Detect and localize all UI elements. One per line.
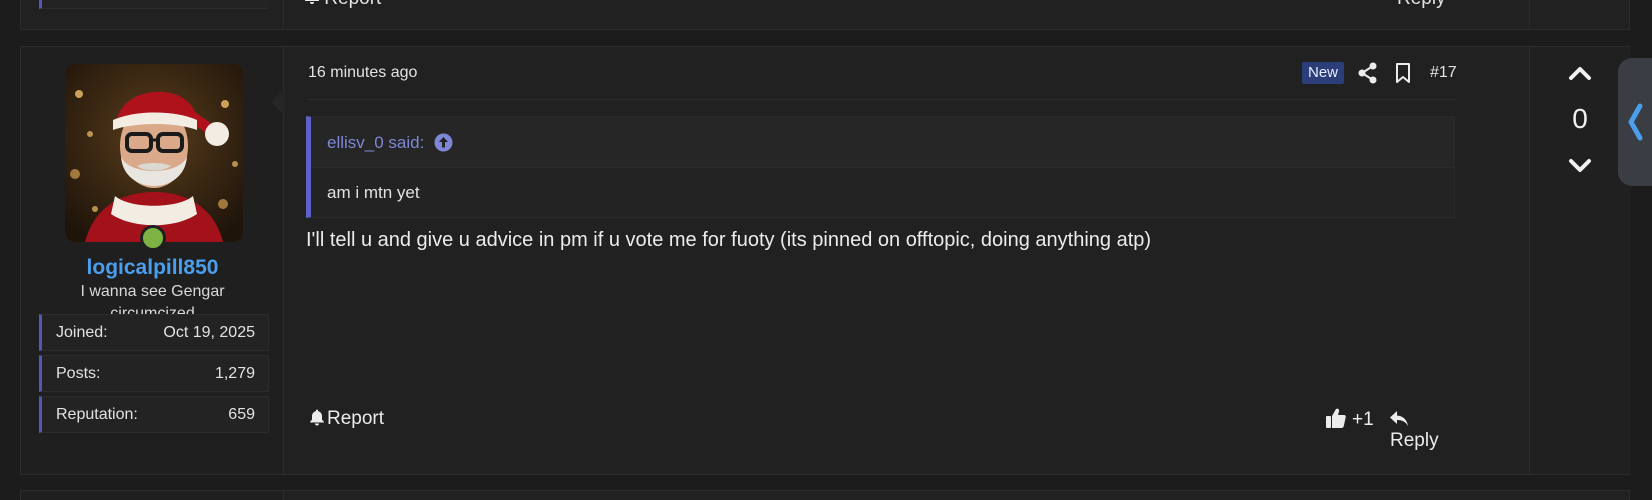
quote-text: am i mtn yet <box>327 183 420 202</box>
username-link[interactable]: logicalpill850 <box>21 256 284 280</box>
bookmark-icon[interactable] <box>1395 63 1411 83</box>
stat-value: 659 <box>228 406 255 423</box>
chevron-left-icon <box>1628 103 1643 141</box>
stat-reputation: Reputation: 659 <box>39 396 269 433</box>
vote-column: 0 <box>1529 47 1631 474</box>
chevron-down-icon[interactable] <box>1568 157 1592 175</box>
previous-report-label: Report <box>324 0 381 9</box>
quote-author-link[interactable]: ellisv_0 said: <box>327 133 424 153</box>
stat-label: Reputation: <box>56 406 138 423</box>
stat-posts: Posts: 1,279 <box>39 355 269 392</box>
previous-post-actions: Report Reply <box>21 0 1629 10</box>
post-content: 16 minutes ago New #17 ellisv_0 said: am… <box>285 47 1529 474</box>
quote-header: ellisv_0 said: <box>311 117 1454 168</box>
bell-icon <box>305 0 319 4</box>
arrow-up-circle-icon[interactable] <box>434 133 453 152</box>
side-panel-toggle[interactable] <box>1618 58 1652 186</box>
avatar[interactable] <box>65 64 243 242</box>
stat-label: Joined: <box>56 324 108 341</box>
user-info-column: logicalpill850 I wanna see Gengar circum… <box>21 47 284 474</box>
like-button[interactable]: +1 <box>1326 408 1374 431</box>
reply-label: Reply <box>1390 430 1439 451</box>
online-status-indicator <box>140 225 166 251</box>
post-timestamp[interactable]: 16 minutes ago <box>308 64 417 82</box>
previous-post-vote-column <box>1529 0 1631 29</box>
thumbs-up-icon <box>1326 408 1346 428</box>
reply-icon <box>1390 411 1408 426</box>
vote-score: 0 <box>1572 103 1588 134</box>
previous-report-link[interactable]: Report <box>305 0 381 10</box>
post-number-link[interactable]: #17 <box>1430 64 1457 82</box>
quote-block: ellisv_0 said: am i mtn yet <box>306 116 1455 218</box>
avatar-image <box>65 64 243 242</box>
report-link[interactable]: Report <box>310 408 384 430</box>
chevron-up-icon[interactable] <box>1568 64 1592 82</box>
share-icon[interactable] <box>1358 62 1378 84</box>
forum-post: logicalpill850 I wanna see Gengar circum… <box>20 46 1631 475</box>
reply-button[interactable]: Reply <box>1390 408 1455 452</box>
stat-value: 1,279 <box>214 365 255 382</box>
new-badge: New <box>1302 62 1345 84</box>
bell-icon <box>310 409 324 426</box>
like-count: +1 <box>1352 409 1374 430</box>
stat-joined: Joined: Oct 19, 2025 <box>39 314 269 351</box>
next-post-user-column <box>21 491 284 500</box>
post-header: 16 minutes ago New #17 <box>306 47 1457 100</box>
previous-reply-link[interactable]: Reply <box>1397 0 1446 10</box>
message-pointer-arrow <box>271 88 285 116</box>
post-footer: Report +1 Reply <box>306 405 1455 451</box>
post-message: I'll tell u and give u advice in pm if u… <box>306 229 1152 251</box>
next-post <box>20 490 1630 500</box>
previous-post: Report Reply <box>20 0 1630 30</box>
stat-label: Posts: <box>56 365 101 382</box>
report-label: Report <box>327 408 385 429</box>
previous-reply-label: Reply <box>1397 0 1446 9</box>
stat-value: Oct 19, 2025 <box>163 324 255 341</box>
